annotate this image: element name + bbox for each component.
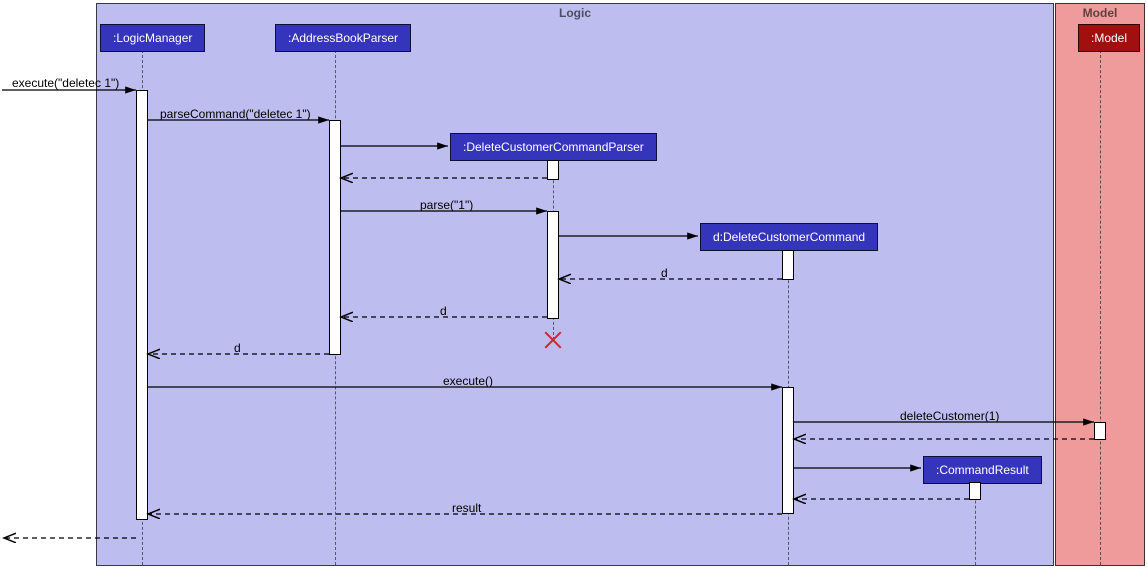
msg-execute: execute() — [443, 374, 493, 388]
participant-logicmanager: :LogicManager — [100, 24, 205, 52]
activation-dcc-2 — [782, 387, 794, 514]
activation-commandresult — [969, 482, 981, 500]
sequence-diagram-canvas: Logic Model :LogicManager :AddressBookPa… — [0, 0, 1147, 569]
participant-model: :Model — [1078, 24, 1140, 52]
msg-parsecommand: parseCommand("deletec 1") — [160, 107, 311, 121]
lifeline-model — [1100, 50, 1101, 565]
participant-dccp: :DeleteCustomerCommandParser — [450, 133, 657, 161]
activation-logicmanager — [136, 90, 148, 520]
msg-deletecustomer: deleteCustomer(1) — [900, 409, 999, 423]
participant-commandresult: :CommandResult — [923, 456, 1042, 484]
participant-addressbookparser: :AddressBookParser — [275, 24, 411, 52]
activation-model — [1094, 422, 1106, 440]
activation-dcc-1 — [782, 250, 794, 280]
msg-parse: parse("1") — [420, 198, 473, 212]
msg-return-d3: d — [234, 341, 241, 355]
activation-dccp-1 — [547, 160, 559, 180]
frame-logic-label: Logic — [559, 6, 591, 20]
frame-model-label: Model — [1083, 6, 1118, 20]
msg-external-execute: execute("deletec 1") — [12, 76, 119, 90]
activation-addressbookparser — [329, 120, 341, 355]
activation-dccp-2 — [547, 211, 559, 319]
destroy-dccp — [542, 329, 564, 351]
msg-return-d1: d — [661, 266, 668, 280]
msg-result: result — [452, 501, 481, 515]
frame-logic: Logic — [96, 3, 1054, 566]
msg-return-d2: d — [440, 304, 447, 318]
participant-dcc: d:DeleteCustomerCommand — [700, 223, 878, 251]
